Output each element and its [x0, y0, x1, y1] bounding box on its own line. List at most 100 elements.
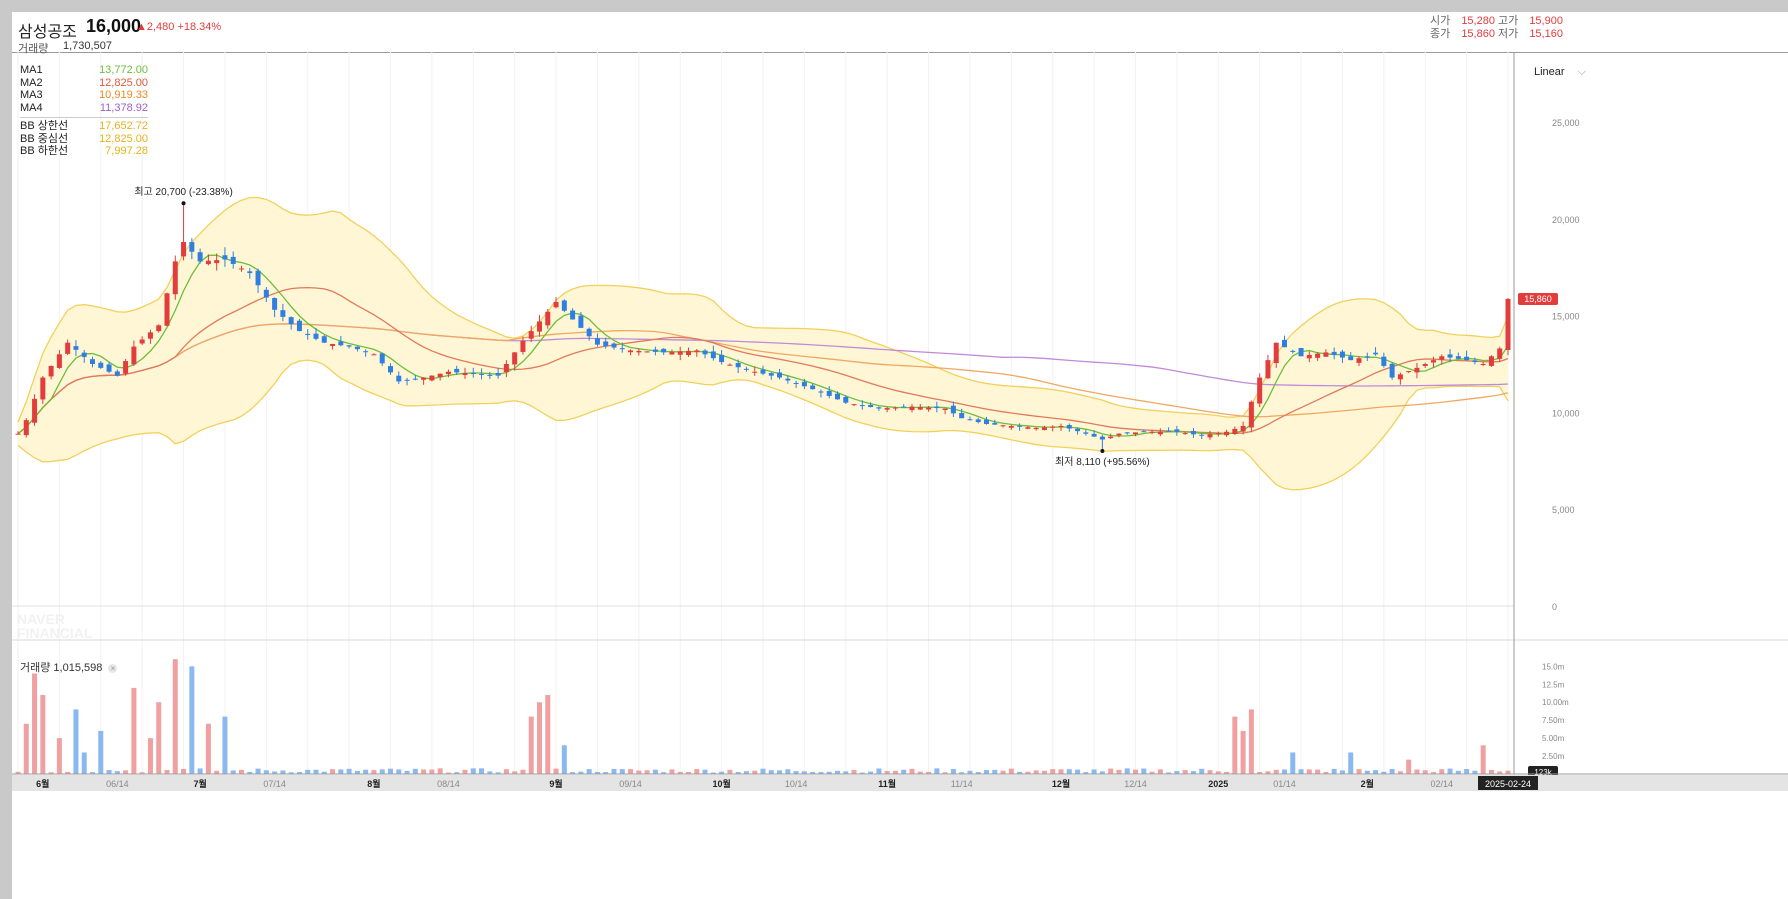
candle-body[interactable] [735, 363, 741, 368]
candle-body[interactable] [230, 256, 236, 264]
volume-bar[interactable] [1406, 759, 1412, 774]
candle-body[interactable] [743, 368, 749, 370]
volume-bar[interactable] [396, 769, 402, 774]
candle-body[interactable] [801, 381, 807, 387]
candle-body[interactable] [296, 320, 302, 332]
volume-bar[interactable] [901, 769, 907, 774]
volume-bar[interactable] [702, 769, 708, 774]
volume-bar[interactable] [520, 769, 526, 774]
candle-body[interactable] [901, 406, 907, 408]
volume-bar[interactable] [123, 770, 129, 774]
volume-bar[interactable] [131, 687, 137, 774]
candle-body[interactable] [785, 378, 791, 381]
volume-bar[interactable] [73, 709, 79, 774]
volume-bar[interactable] [1199, 768, 1205, 774]
volume-bar[interactable] [189, 666, 195, 774]
candle-body[interactable] [636, 350, 642, 353]
volume-bar[interactable] [239, 769, 244, 774]
candle-body[interactable] [1166, 430, 1172, 432]
volume-bar[interactable] [205, 723, 211, 774]
candle-body[interactable] [330, 343, 336, 346]
candle-body[interactable] [379, 353, 385, 364]
candle-body[interactable] [172, 261, 178, 295]
volume-bar[interactable] [412, 768, 418, 774]
candle-body[interactable] [619, 348, 625, 350]
candle-body[interactable] [760, 369, 766, 374]
candle-body[interactable] [594, 338, 600, 345]
candle-body[interactable] [1116, 433, 1122, 436]
volume-bar[interactable] [851, 770, 857, 774]
volume-bar[interactable] [1282, 769, 1287, 774]
volume-bar[interactable] [421, 769, 427, 774]
volume-bar[interactable] [147, 738, 153, 774]
candle-body[interactable] [793, 382, 799, 384]
candle-body[interactable] [917, 407, 923, 410]
candle-body[interactable] [1033, 427, 1039, 430]
candle-body[interactable] [702, 350, 708, 355]
candle-body[interactable] [1199, 434, 1205, 436]
volume-bar[interactable] [379, 769, 385, 774]
candle-body[interactable] [98, 362, 104, 368]
volume-bar[interactable] [727, 769, 733, 774]
candle-body[interactable] [1248, 401, 1254, 428]
candle-body[interactable] [561, 300, 567, 311]
candle-body[interactable] [487, 374, 493, 376]
candle-body[interactable] [288, 317, 294, 324]
volume-bar[interactable] [1124, 768, 1130, 774]
volume-bar[interactable] [32, 673, 38, 774]
candle-body[interactable] [892, 407, 898, 409]
volume-bar[interactable] [338, 769, 344, 774]
volume-bar[interactable] [611, 768, 617, 774]
volume-bar[interactable] [330, 769, 336, 774]
volume-bar[interactable] [462, 769, 468, 774]
volume-bar[interactable] [363, 769, 369, 774]
candle-body[interactable] [777, 372, 783, 378]
candle-body[interactable] [1306, 354, 1312, 359]
candle-body[interactable] [263, 289, 269, 298]
candle-body[interactable] [1008, 425, 1014, 428]
candle-body[interactable] [15, 433, 21, 435]
volume-bar[interactable] [56, 738, 62, 774]
volume-bar[interactable] [561, 745, 567, 774]
candle-body[interactable] [1364, 356, 1370, 358]
candle-body[interactable] [926, 407, 932, 410]
volume-bar[interactable] [388, 768, 393, 774]
volume-bar[interactable] [230, 770, 236, 774]
candle-body[interactable] [950, 405, 956, 414]
candle-body[interactable] [859, 405, 865, 407]
price-chart[interactable]: 25,00020,00015,00010,0005,0000NAVERFINAN… [12, 12, 1788, 899]
candle-body[interactable] [305, 333, 311, 335]
candle-body[interactable] [835, 393, 840, 400]
candle-body[interactable] [1472, 360, 1478, 363]
candle-body[interactable] [992, 423, 998, 425]
candle-body[interactable] [81, 352, 87, 357]
volume-bar[interactable] [1008, 768, 1014, 774]
candle-body[interactable] [1406, 371, 1412, 373]
volume-bar[interactable] [280, 770, 286, 774]
candle-body[interactable] [934, 406, 940, 409]
candle-body[interactable] [686, 350, 691, 356]
candle-body[interactable] [1282, 339, 1287, 348]
volume-bar[interactable] [1182, 770, 1188, 774]
candle-body[interactable] [843, 396, 849, 403]
candle-body[interactable] [586, 328, 592, 337]
candle-body[interactable] [719, 354, 725, 363]
candle-body[interactable] [1505, 298, 1511, 350]
volume-bar[interactable] [172, 659, 178, 774]
candle-body[interactable] [197, 252, 203, 262]
volume-bar[interactable] [1141, 768, 1147, 774]
candle-body[interactable] [545, 311, 551, 326]
candle-body[interactable] [909, 406, 915, 411]
candle-body[interactable] [1339, 351, 1345, 358]
candle-body[interactable] [346, 345, 352, 347]
candle-body[interactable] [106, 364, 112, 372]
candle-body[interactable] [1091, 433, 1097, 437]
volume-bar[interactable] [1232, 716, 1238, 774]
volume-bar[interactable] [181, 768, 187, 774]
volume-bar[interactable] [950, 769, 956, 774]
candle-body[interactable] [32, 398, 38, 423]
candle-body[interactable] [503, 364, 509, 373]
candle-body[interactable] [454, 368, 460, 373]
candle-body[interactable] [611, 343, 617, 348]
volume-bar[interactable] [98, 730, 104, 774]
